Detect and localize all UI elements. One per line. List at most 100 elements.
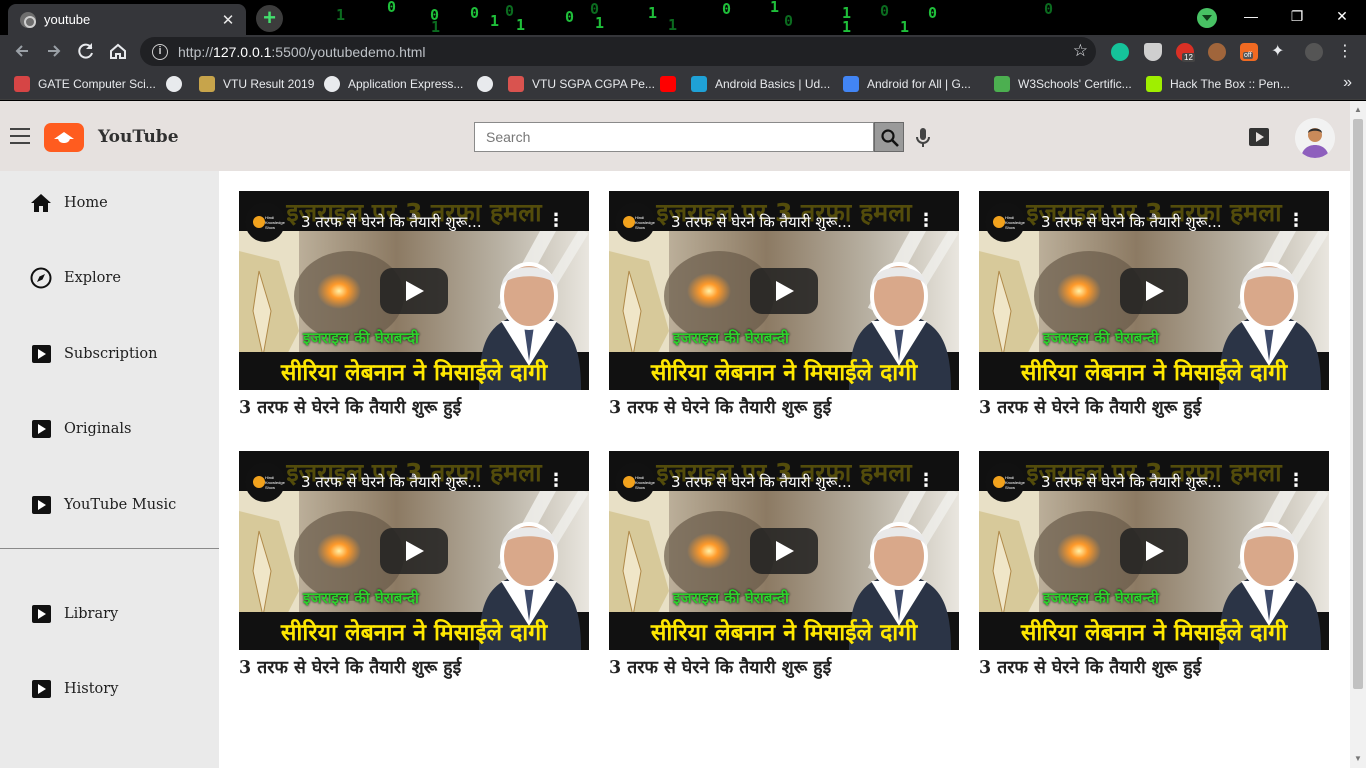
bookmark-item[interactable]: Hack The Box :: Pen... [1146, 76, 1290, 92]
more-options-icon[interactable]: ⋮ [1287, 210, 1305, 231]
video-title[interactable]: 3 तरफ से घेरने कि तैयारी शुरू हुई [979, 395, 1339, 419]
bookmark-label: VTU Result 2019 [223, 77, 315, 91]
sidebar-item-youtube-music[interactable]: YouTube Music [0, 485, 219, 525]
bookmark-item[interactable]: Android Basics | Ud... [691, 76, 830, 92]
extensions-puzzle-icon[interactable]: ✦ [1271, 43, 1289, 61]
forward-icon[interactable] [41, 38, 67, 64]
thumbnail-label: इजराइल की घेराबन्दी [673, 329, 789, 347]
close-window-button[interactable]: ✕ [1327, 5, 1357, 27]
video-title[interactable]: 3 तरफ से घेरने कि तैयारी शुरू हुई [239, 655, 599, 679]
video-title[interactable]: 3 तरफ से घेरने कि तैयारी शुरू हुई [239, 395, 599, 419]
matrix-digit: 0 [505, 2, 515, 20]
video-title[interactable]: 3 तरफ से घेरने कि तैयारी शुरू हुई [609, 655, 969, 679]
video-upload-icon[interactable] [1249, 128, 1269, 146]
page-scrollbar[interactable]: ▲ ▼ [1350, 101, 1366, 768]
play-button[interactable] [750, 268, 818, 314]
play-button[interactable] [750, 528, 818, 574]
hamburger-menu-icon[interactable] [10, 127, 30, 145]
sidebar-item-label: Home [64, 195, 108, 211]
bookmark-item[interactable] [477, 76, 501, 92]
scroll-up-icon[interactable]: ▲ [1353, 105, 1363, 115]
close-tab-icon[interactable]: ✕ [218, 11, 238, 29]
more-options-icon[interactable]: ⋮ [917, 470, 935, 491]
gate-icon [14, 76, 30, 92]
play-button[interactable] [380, 268, 448, 314]
notification-extension-icon[interactable]: 12 [1176, 43, 1195, 62]
embed-title: 3 तरफ से घेरने कि तैयारी शुरू... [1041, 213, 1222, 231]
video-card[interactable]: इजराइल पर 3 तरफा हमला Hindi Knowledge Sh… [239, 451, 589, 686]
bookmark-item[interactable] [660, 76, 684, 92]
video-thumbnail[interactable]: इजराइल पर 3 तरफा हमला Hindi Knowledge Sh… [609, 191, 959, 390]
scrollbar-thumb[interactable] [1353, 119, 1363, 689]
video-card[interactable]: इजराइल पर 3 तरफा हमला Hindi Knowledge Sh… [609, 191, 959, 426]
coupon-extension-icon[interactable]: off [1240, 43, 1258, 61]
more-options-icon[interactable]: ⋮ [547, 470, 565, 491]
bookmark-item[interactable] [166, 76, 190, 92]
sidebar-item-subscription[interactable]: Subscription [0, 334, 219, 374]
bookmark-item[interactable]: GATE Computer Sci... [14, 76, 156, 92]
bookmark-star-icon[interactable]: ☆ [1073, 41, 1088, 61]
sidebar-item-originals[interactable]: Originals [0, 409, 219, 449]
bookmarks-overflow-icon[interactable]: » [1343, 74, 1352, 92]
video-thumbnail[interactable]: इजराइल पर 3 तरफा हमला Hindi Knowledge Sh… [979, 451, 1329, 650]
video-title[interactable]: 3 तरफ से घेरने कि तैयारी शुरू हुई [609, 395, 969, 419]
play-button[interactable] [1120, 268, 1188, 314]
restore-button[interactable]: ❐ [1282, 5, 1312, 27]
thumbnail-banner: सीरिया लेबनान ने मिसाईले दागी [1020, 620, 1288, 646]
sidebar-item-library[interactable]: Library [0, 594, 219, 634]
bookmark-item[interactable]: Application Express... [324, 76, 463, 92]
video-thumbnail[interactable]: इजराइल पर 3 तरफा हमला Hindi Knowledge Sh… [239, 451, 589, 650]
site-info-icon[interactable]: i [152, 43, 168, 60]
more-options-icon[interactable]: ⋮ [547, 210, 565, 231]
new-tab-button[interactable]: + [256, 5, 283, 32]
scroll-down-icon[interactable]: ▼ [1353, 754, 1363, 764]
video-card[interactable]: इजराइल पर 3 तरफा हमला Hindi Knowledge Sh… [609, 451, 959, 686]
play-button[interactable] [380, 528, 448, 574]
more-options-icon[interactable]: ⋮ [917, 210, 935, 231]
bookmark-item[interactable]: W3Schools' Certific... [994, 76, 1132, 92]
avatar[interactable] [1295, 118, 1335, 158]
video-card[interactable]: इजराइल पर 3 तरफा हमला Hindi Knowledge Sh… [239, 191, 589, 426]
matrix-digit: 0 [1044, 0, 1054, 18]
back-icon[interactable] [9, 38, 35, 64]
video-card[interactable]: इजराइल पर 3 तरफा हमला Hindi Knowledge Sh… [979, 191, 1329, 426]
microphone-icon[interactable] [914, 127, 932, 149]
play-button[interactable] [1120, 528, 1188, 574]
video-thumbnail[interactable]: इजराइल पर 3 तरफा हमला Hindi Knowledge Sh… [609, 451, 959, 650]
profile-icon[interactable] [1305, 43, 1323, 61]
bookmark-item[interactable]: VTU Result 2019 [199, 76, 314, 92]
video-card[interactable]: इजराइल पर 3 तरफा हमला Hindi Knowledge Sh… [979, 451, 1329, 686]
logo-icon[interactable] [44, 123, 84, 152]
shield-extension-icon[interactable] [1144, 43, 1162, 61]
minimize-button[interactable]: — [1236, 5, 1266, 27]
search-input[interactable] [474, 122, 874, 152]
profile-update-icon[interactable] [1197, 8, 1217, 28]
video-title[interactable]: 3 तरफ से घेरने कि तैयारी शुरू हुई [979, 655, 1339, 679]
sidebar-item-explore[interactable]: Explore [0, 258, 219, 298]
bookmark-label: GATE Computer Sci... [38, 77, 156, 91]
play-icon [30, 678, 52, 700]
grammarly-icon[interactable] [1111, 43, 1129, 61]
video-thumbnail[interactable]: इजराइल पर 3 तरफा हमला Hindi Knowledge Sh… [979, 191, 1329, 390]
thumbnail-label: इजराइल की घेराबन्दी [1043, 589, 1159, 607]
browser-toolbar: i http://127.0.0.1:5500/youtubedemo.html… [0, 35, 1366, 68]
matrix-digit: 1 [595, 14, 605, 32]
matrix-digit: 1 [516, 16, 526, 34]
logo-text[interactable]: YouTube [98, 127, 179, 147]
address-bar[interactable]: i http://127.0.0.1:5500/youtubedemo.html… [140, 37, 1096, 66]
sidebar-item-home[interactable]: Home [0, 183, 219, 223]
bookmark-label: W3Schools' Certific... [1018, 77, 1132, 91]
video-thumbnail[interactable]: इजराइल पर 3 तरफा हमला Hindi Knowledge Sh… [239, 191, 589, 390]
bookmark-item[interactable]: Android for All | G... [843, 76, 971, 92]
reload-icon[interactable] [73, 38, 99, 64]
cookie-extension-icon[interactable] [1208, 43, 1226, 61]
menu-kebab-icon[interactable]: ⋮ [1336, 43, 1354, 61]
home-page-icon[interactable] [105, 38, 131, 64]
more-options-icon[interactable]: ⋮ [1287, 470, 1305, 491]
search-button[interactable] [874, 122, 904, 152]
sidebar-item-history[interactable]: History [0, 669, 219, 709]
sgpa-icon [508, 76, 524, 92]
browser-tab[interactable]: youtube ✕ [8, 4, 246, 35]
embed-title: 3 तरफ से घेरने कि तैयारी शुरू... [301, 213, 482, 231]
bookmark-item[interactable]: VTU SGPA CGPA Pe... [508, 76, 655, 92]
